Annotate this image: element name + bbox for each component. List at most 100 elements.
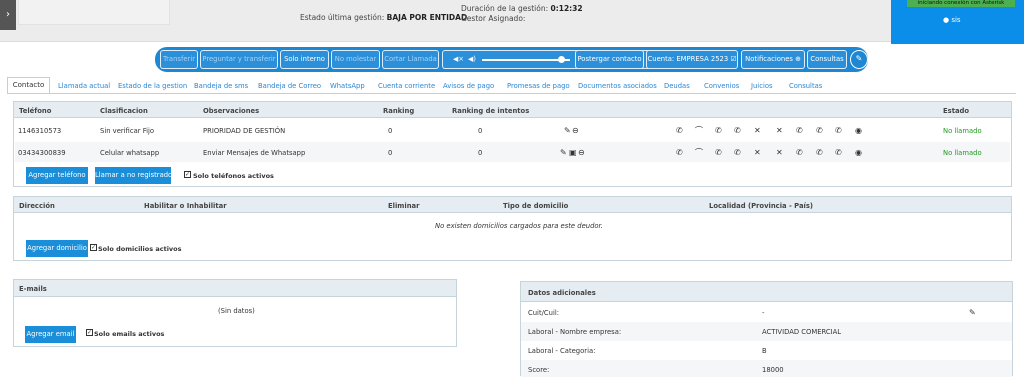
addresses-header: Dirección Habilitar o Inhabilitar Elimin… bbox=[14, 197, 1011, 213]
tab-deudas[interactable]: Deudas bbox=[664, 82, 690, 90]
add-email-button[interactable]: Agregar email bbox=[25, 326, 76, 343]
volume-slider[interactable] bbox=[482, 59, 570, 61]
phone-x-icon[interactable]: ✕ bbox=[776, 126, 783, 135]
extra-data-header: Datos adicionales bbox=[521, 282, 1012, 302]
minus-circle-icon[interactable]: ⊖ bbox=[578, 148, 585, 157]
phone-ranking: 0 bbox=[388, 149, 393, 157]
phone-cross-icon[interactable]: ✕ bbox=[754, 126, 761, 135]
phone-paused-icon[interactable]: ✆ bbox=[835, 148, 842, 157]
consultas-button[interactable]: Consultas bbox=[807, 50, 847, 69]
edit-icon[interactable]: ✎ bbox=[969, 308, 976, 317]
only-active-emails-checkbox[interactable]: ✓ bbox=[86, 329, 93, 336]
minus-circle-icon[interactable]: ⊖ bbox=[572, 126, 579, 135]
phone-attempts: 0 bbox=[478, 127, 483, 135]
only-active-addresses-label: Solo domicilios activos bbox=[98, 245, 182, 253]
tab-llamada-actual[interactable]: Llamada actual bbox=[58, 82, 110, 90]
notifications-button[interactable]: Notificaciones ⊕ bbox=[741, 50, 805, 69]
extra-label: Score: bbox=[528, 366, 550, 374]
phone-number: 1146310573 bbox=[18, 127, 62, 135]
hangup-icon[interactable]: ⌒ bbox=[695, 148, 703, 157]
checkbox-icon: ☑ bbox=[730, 55, 737, 63]
tab-promesas-pago[interactable]: Promesas de pago bbox=[507, 82, 570, 90]
internal-only-button[interactable]: Solo interno bbox=[280, 50, 329, 69]
phones-panel: Teléfono Clasificacion Observaciones Ran… bbox=[13, 101, 1012, 187]
phone-signal-icon[interactable]: ✆ bbox=[715, 148, 722, 157]
only-active-phones-label: Solo teléfonos activos bbox=[193, 172, 274, 180]
tab-bandeja-sms[interactable]: Bandeja de sms bbox=[194, 82, 248, 90]
col-eliminar: Eliminar bbox=[388, 202, 420, 210]
table-row: Laboral - Nombre empresa: ACTIVIDAD COME… bbox=[521, 322, 1012, 341]
add-phone-button[interactable]: Agregar teléfono bbox=[26, 167, 88, 184]
edit-icon[interactable]: ✎ bbox=[560, 148, 567, 157]
user-info[interactable]: ● sis bbox=[943, 16, 961, 24]
tab-avisos-pago[interactable]: Avisos de pago bbox=[443, 82, 494, 90]
phone-status: No llamado bbox=[943, 149, 982, 157]
phone-x-icon[interactable]: ✕ bbox=[776, 148, 783, 157]
do-not-disturb-button[interactable]: No molestar bbox=[331, 50, 380, 69]
volume-slider-knob[interactable] bbox=[558, 56, 566, 63]
only-active-addresses-checkbox[interactable]: ✓ bbox=[90, 244, 97, 251]
connection-panel: iniciando conexión con Asterisk ● sis bbox=[891, 0, 1024, 44]
tab-bandeja-correo[interactable]: Bandeja de Correo bbox=[258, 82, 321, 90]
col-clasificacion: Clasificacion bbox=[100, 107, 148, 115]
extra-data-panel: Datos adicionales Cuit/Cuil: - ✎ Laboral… bbox=[520, 281, 1013, 377]
col-telefono: Teléfono bbox=[19, 107, 52, 115]
phone-paused-icon[interactable]: ✆ bbox=[835, 126, 842, 135]
transfer-button[interactable]: Transferir bbox=[160, 50, 198, 69]
tab-juicios[interactable]: Juicios bbox=[751, 82, 773, 90]
phone-incoming-icon[interactable]: ✆ bbox=[796, 148, 803, 157]
extra-value: ACTIVIDAD COMERCIAL bbox=[762, 328, 842, 336]
phone-signal-icon[interactable]: ✆ bbox=[715, 126, 722, 135]
col-observaciones: Observaciones bbox=[203, 107, 260, 115]
extra-data-title: Datos adicionales bbox=[528, 289, 596, 297]
phone-icon[interactable]: ✆ bbox=[676, 126, 683, 135]
only-active-phones-checkbox[interactable]: ✓ bbox=[184, 171, 191, 178]
account-button[interactable]: Cuenta: EMPRESA 2523 ☑ bbox=[646, 50, 738, 69]
connection-status: iniciando conexión con Asterisk bbox=[907, 0, 1015, 7]
table-row: Laboral - Categoria: B bbox=[521, 341, 1012, 360]
addresses-panel: Dirección Habilitar o Inhabilitar Elimin… bbox=[13, 196, 1012, 261]
postpone-contact-button[interactable]: Postergar contacto bbox=[575, 50, 644, 69]
tab-divider bbox=[7, 93, 1016, 94]
call-unregistered-button[interactable]: Llamar a no registrado bbox=[95, 167, 172, 184]
duracion-gestion: Duración de la gestión: 0:12:32 bbox=[461, 4, 583, 13]
phone-forward-icon[interactable]: ✆ bbox=[734, 148, 741, 157]
phone-missed-icon[interactable]: ✆ bbox=[816, 126, 823, 135]
phone-icon[interactable]: ✆ bbox=[676, 148, 683, 157]
hangup-icon[interactable]: ⌒ bbox=[695, 126, 703, 135]
phone-missed-icon[interactable]: ✆ bbox=[816, 148, 823, 157]
tab-documentos[interactable]: Documentos asociados bbox=[578, 82, 657, 90]
mute-icon[interactable]: ◀× bbox=[453, 51, 464, 68]
emails-title: E-mails bbox=[19, 285, 47, 293]
tab-estado-gestion[interactable]: Estado de la gestion bbox=[118, 82, 187, 90]
add-address-button[interactable]: Agregar domicilio bbox=[26, 240, 88, 257]
table-row: Score: 18000 bbox=[521, 360, 1012, 377]
trash-icon[interactable]: ▣ bbox=[569, 148, 577, 157]
phone-classification: Celular whatsapp bbox=[100, 149, 160, 157]
phone-observations: PRIORIDAD DE GESTIÓN bbox=[203, 127, 286, 135]
plus-circle-icon: ⊕ bbox=[795, 55, 801, 63]
edit-icon[interactable]: ✎ bbox=[850, 50, 868, 69]
phone-cross-icon[interactable]: ✕ bbox=[754, 148, 761, 157]
phones-header: Teléfono Clasificacion Observaciones Ran… bbox=[14, 102, 1011, 118]
tab-contacto[interactable]: Contacto bbox=[7, 77, 50, 94]
col-direccion: Dirección bbox=[19, 202, 55, 210]
hang-up-button[interactable]: Cortar Llamada bbox=[382, 50, 439, 69]
block-icon[interactable]: ◉ bbox=[855, 148, 862, 157]
edit-icon[interactable]: ✎ bbox=[564, 126, 571, 135]
estado-ultima-gestion: Estado última gestión: BAJA POR ENTIDAD bbox=[300, 13, 468, 22]
phone-incoming-icon[interactable]: ✆ bbox=[796, 126, 803, 135]
volume-down-icon[interactable]: ◀) bbox=[468, 51, 476, 68]
tab-cuenta-corriente[interactable]: Cuenta corriente bbox=[378, 82, 435, 90]
phone-forward-icon[interactable]: ✆ bbox=[734, 126, 741, 135]
extra-value: - bbox=[762, 309, 765, 317]
block-icon[interactable]: ◉ bbox=[855, 126, 862, 135]
ask-transfer-button[interactable]: Preguntar y transferir bbox=[200, 50, 278, 69]
extra-label: Laboral - Categoria: bbox=[528, 347, 596, 355]
col-tipo-domicilio: Tipo de domicilio bbox=[503, 202, 569, 210]
tab-consultas[interactable]: Consultas bbox=[789, 82, 822, 90]
expand-arrow-icon[interactable]: › bbox=[0, 0, 16, 30]
tab-whatsapp[interactable]: WhatsApp bbox=[330, 82, 365, 90]
extra-label: Laboral - Nombre empresa: bbox=[528, 328, 622, 336]
tab-convenios[interactable]: Convenios bbox=[704, 82, 739, 90]
